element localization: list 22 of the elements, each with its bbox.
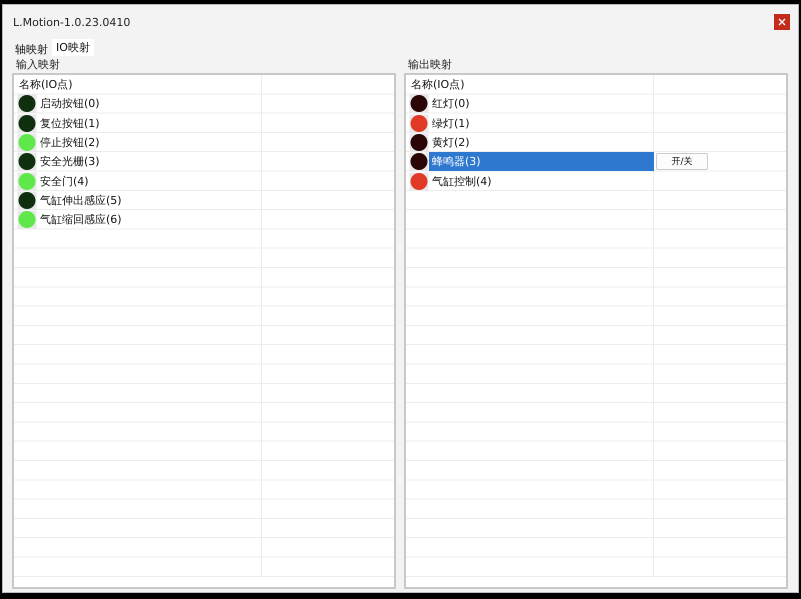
column-header: 名称(IO点)	[410, 77, 464, 92]
column-header: 名称(IO点)	[18, 77, 72, 92]
io-name[interactable]: 停止按钮(2)	[37, 132, 262, 152]
close-icon	[778, 18, 786, 26]
window-title: L.Motion-1.0.23.0410	[13, 16, 130, 28]
io-name[interactable]: 安全门(4)	[37, 171, 262, 191]
io-name[interactable]: 蜂鸣器(3)	[429, 152, 654, 172]
io-name[interactable]: 安全光栅(3)	[37, 152, 262, 172]
group-title: 输出映射	[407, 57, 453, 73]
toggle-button[interactable]: 开/关	[656, 153, 708, 170]
io-name[interactable]: 红灯(0)	[429, 94, 654, 114]
io-name[interactable]: 气缸控制(4)	[429, 171, 654, 191]
io-name[interactable]: 复位按钮(1)	[37, 114, 262, 133]
tab[interactable]: 轴映射	[11, 41, 52, 56]
close-button[interactable]	[774, 14, 790, 30]
io-name[interactable]: 黄灯(2)	[429, 132, 654, 152]
group-title: 输入映射	[15, 57, 61, 73]
tab[interactable]: IO映射	[52, 39, 94, 56]
io-name[interactable]: 启动按钮(0)	[37, 94, 262, 114]
io-name[interactable]: 绿灯(1)	[429, 114, 654, 133]
io-name[interactable]: 气缸缩回感应(6)	[37, 210, 262, 230]
io-name[interactable]: 气缸伸出感应(5)	[37, 190, 262, 210]
